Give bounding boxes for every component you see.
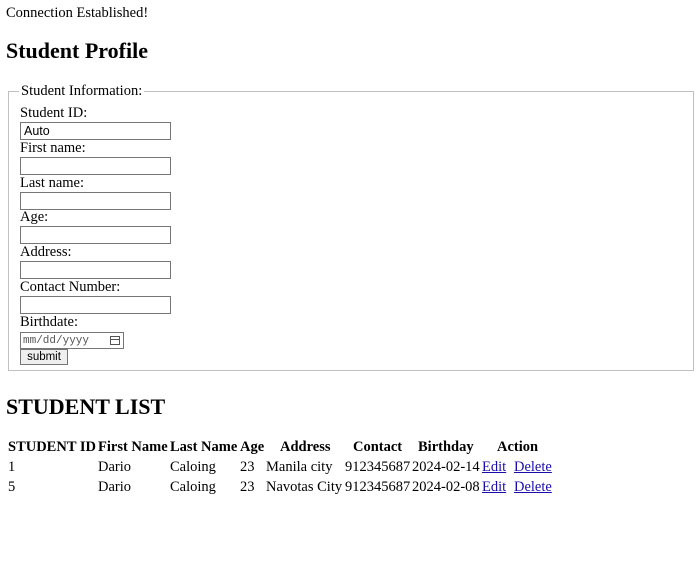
row1-contact: 912345687	[345, 459, 411, 475]
birthdate-placeholder: mm/dd/yyyy	[23, 334, 90, 347]
submit-button[interactable]: submit	[20, 349, 68, 365]
row1-first-name: Dario	[98, 459, 132, 475]
calendar-icon[interactable]	[110, 336, 120, 345]
first-name-input[interactable]	[20, 157, 171, 175]
row2-age: 23	[240, 479, 255, 495]
header-address: Address	[280, 439, 331, 455]
connection-status: Connection Established!	[6, 5, 149, 21]
header-contact: Contact	[353, 439, 403, 455]
student-list-title: STUDENT LIST	[6, 394, 166, 419]
header-birthday: Birthday	[418, 439, 474, 455]
header-student-id: STUDENT ID	[8, 439, 96, 455]
row1-student-id: 1	[8, 459, 16, 475]
row2-contact: 912345687	[345, 479, 411, 495]
row1-last-name: Caloing	[170, 459, 216, 475]
student-id-input[interactable]	[20, 122, 171, 140]
row1-address: Manila city	[266, 459, 333, 475]
row1-age: 23	[240, 459, 255, 475]
contact-number-input[interactable]	[20, 296, 171, 314]
header-last-name: Last Name	[170, 439, 238, 455]
address-input[interactable]	[20, 261, 171, 279]
fieldset-legend: Student Information:	[21, 83, 143, 99]
row2-first-name: Dario	[98, 479, 132, 495]
birthdate-input[interactable]: mm/dd/yyyy	[20, 332, 124, 349]
age-label: Age:	[20, 209, 49, 225]
row2-last-name: Caloing	[170, 479, 216, 495]
row2-delete-link[interactable]: Delete	[514, 479, 552, 496]
last-name-label: Last name:	[20, 175, 85, 191]
student-id-label: Student ID:	[20, 105, 88, 121]
header-age: Age	[240, 439, 265, 455]
row2-edit-link[interactable]: Edit	[482, 479, 506, 496]
row1-delete-link[interactable]: Delete	[514, 459, 552, 476]
header-action: Action	[497, 439, 539, 455]
first-name-label: First name:	[20, 140, 86, 156]
contact-number-label: Contact Number:	[20, 279, 121, 295]
header-first-name: First Name	[98, 439, 168, 455]
row2-student-id: 5	[8, 479, 16, 495]
birthdate-label: Birthdate:	[20, 314, 78, 330]
row2-birthday: 2024-02-08	[412, 479, 480, 495]
row1-edit-link[interactable]: Edit	[482, 459, 506, 476]
row1-birthday: 2024-02-14	[412, 459, 480, 475]
last-name-input[interactable]	[20, 192, 171, 210]
address-label: Address:	[20, 244, 72, 260]
row2-address: Navotas City	[266, 479, 343, 495]
page-title: Student Profile	[6, 38, 148, 63]
age-input[interactable]	[20, 226, 171, 244]
